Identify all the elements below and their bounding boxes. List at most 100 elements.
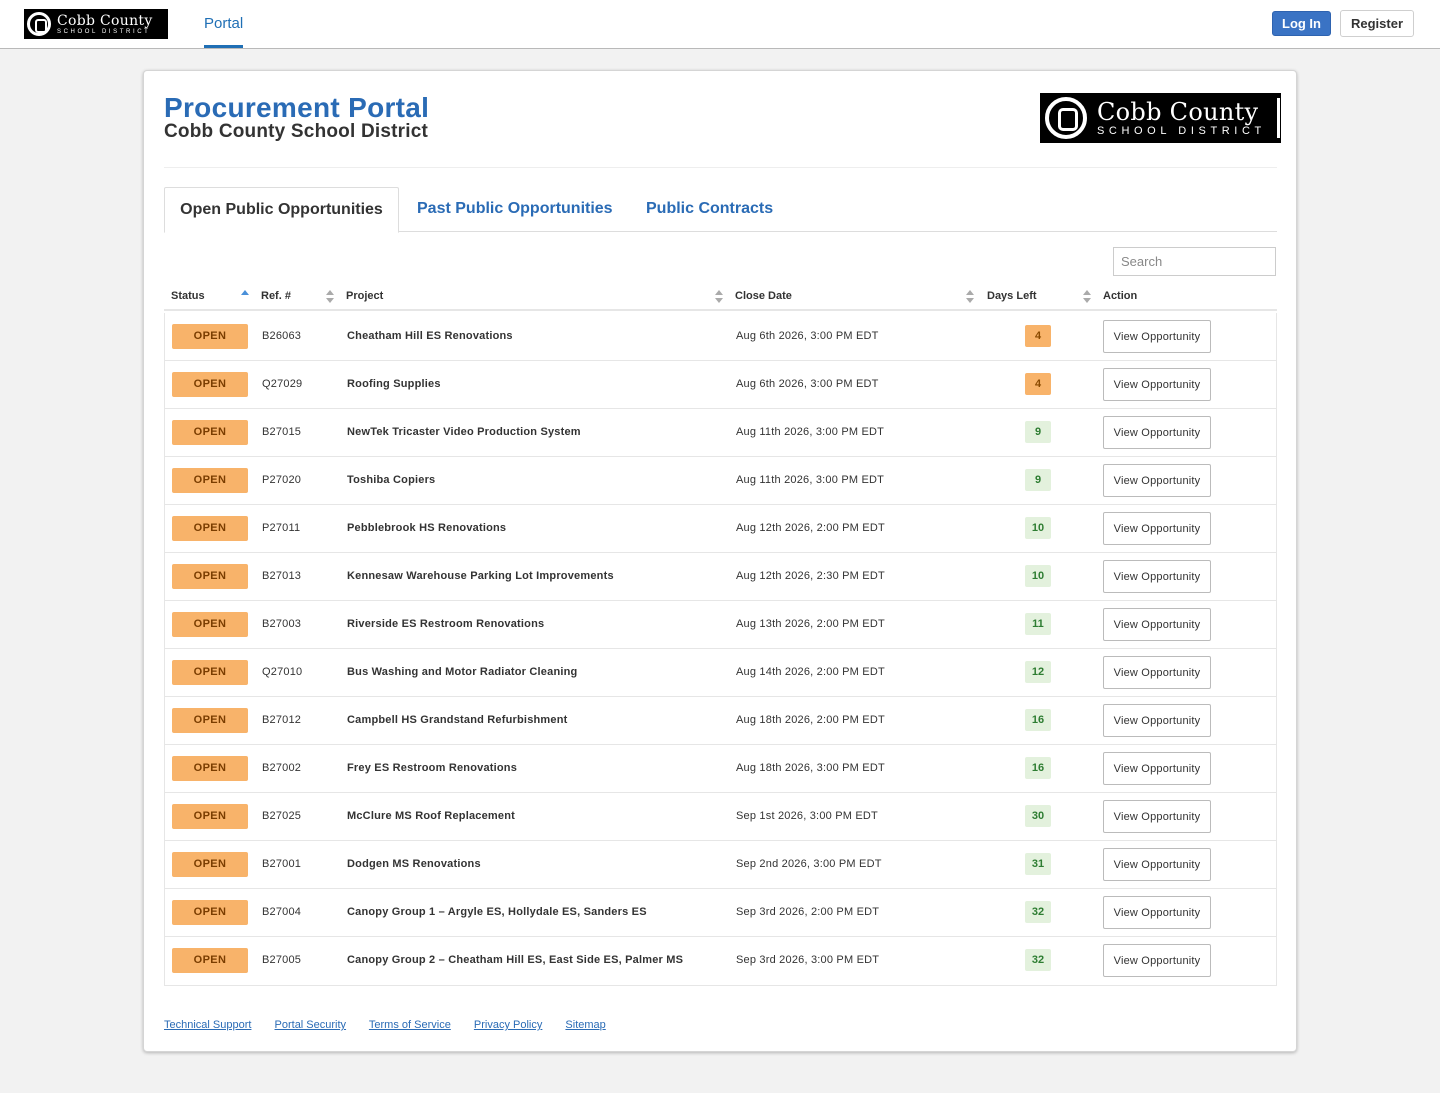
district-emblem-icon: [1045, 97, 1087, 139]
days-left-badge: 10: [1025, 517, 1051, 539]
search-input[interactable]: [1113, 247, 1276, 276]
sort-icon[interactable]: [1083, 290, 1091, 304]
view-opportunity-button[interactable]: View Opportunity: [1103, 896, 1211, 929]
column-header-action: Action: [1103, 290, 1138, 302]
footer-link-sitemap[interactable]: Sitemap: [565, 1019, 605, 1031]
table-row: OPEN B27013 Kennesaw Warehouse Parking Lot…: [165, 553, 1276, 601]
close-date: Aug 11th 2026, 3:00 PM EDT: [736, 474, 885, 486]
view-opportunity-button[interactable]: View Opportunity: [1103, 800, 1211, 833]
close-date: Aug 18th 2026, 2:00 PM EDT: [736, 714, 885, 726]
status-badge: OPEN: [172, 900, 248, 925]
ref-number: P27011: [262, 522, 301, 534]
sort-icon[interactable]: [715, 290, 723, 304]
sort-icon[interactable]: [966, 290, 974, 304]
table-row: OPEN B27003 Riverside ES Restroom Renovati…: [165, 601, 1276, 649]
footer-link-privacy-policy[interactable]: Privacy Policy: [474, 1019, 542, 1031]
days-left-badge: 16: [1025, 709, 1051, 731]
days-left-badge: 9: [1025, 421, 1051, 443]
ref-number: B27002: [262, 762, 302, 774]
view-opportunity-button[interactable]: View Opportunity: [1103, 944, 1211, 977]
footer-link-terms-of-service[interactable]: Terms of Service: [369, 1019, 451, 1031]
nav-portal-label: Portal: [204, 15, 244, 32]
project-name: Frey ES Restroom Renovations: [347, 762, 518, 774]
project-name: Roofing Supplies: [347, 378, 441, 390]
login-button[interactable]: Log In: [1272, 11, 1331, 36]
column-header-project[interactable]: Project: [346, 283, 383, 309]
view-opportunity-button[interactable]: View Opportunity: [1103, 560, 1211, 593]
table-row: OPEN B27001 Dodgen MS Renovations Sep 2nd 2…: [165, 841, 1276, 889]
status-badge: OPEN: [172, 468, 248, 493]
view-opportunity-button[interactable]: View Opportunity: [1103, 704, 1211, 737]
close-date: Aug 6th 2026, 3:00 PM EDT: [736, 330, 879, 342]
project-name: Campbell HS Grandstand Refurbishment: [347, 714, 568, 726]
column-header-status[interactable]: Status: [171, 283, 205, 309]
page-title: Procurement Portal: [164, 92, 430, 123]
column-header-days-left[interactable]: Days Left: [987, 283, 1037, 309]
project-name: Bus Washing and Motor Radiator Cleaning: [347, 666, 578, 678]
footer-link-portal-security[interactable]: Portal Security: [275, 1019, 347, 1031]
days-left-badge: 4: [1025, 373, 1051, 395]
cobb-county-logo[interactable]: Cobb County SCHOOL DISTRICT: [24, 9, 168, 39]
project-name: Pebblebrook HS Renovations: [347, 522, 507, 534]
ref-number: Q27029: [262, 378, 303, 390]
sort-ascending-icon[interactable]: [241, 290, 249, 304]
top-navbar: Cobb County SCHOOL DISTRICT Portal Log I…: [0, 0, 1440, 49]
column-header-close-date[interactable]: Close Date: [735, 283, 792, 309]
close-date: Sep 3rd 2026, 2:00 PM EDT: [736, 906, 880, 918]
view-opportunity-button[interactable]: View Opportunity: [1103, 368, 1211, 401]
status-badge: OPEN: [172, 612, 248, 637]
close-date: Sep 2nd 2026, 3:00 PM EDT: [736, 858, 882, 870]
close-date: Sep 1st 2026, 3:00 PM EDT: [736, 810, 878, 822]
sort-icon[interactable]: [326, 290, 334, 304]
table-row: OPEN B27002 Frey ES Restroom Renovations Au…: [165, 745, 1276, 793]
status-badge: OPEN: [172, 756, 248, 781]
view-opportunity-button[interactable]: View Opportunity: [1103, 752, 1211, 785]
view-opportunity-button[interactable]: View Opportunity: [1103, 656, 1211, 689]
view-opportunity-button[interactable]: View Opportunity: [1103, 512, 1211, 545]
days-left-badge: 9: [1025, 469, 1051, 491]
project-name: Canopy Group 2 – Cheatham Hill ES, East …: [347, 954, 684, 966]
tab-open-public-opportunities[interactable]: Open Public Opportunities: [164, 187, 399, 233]
project-name: NewTek Tricaster Video Production System: [347, 426, 581, 438]
view-opportunity-button[interactable]: View Opportunity: [1103, 416, 1211, 449]
view-opportunity-button[interactable]: View Opportunity: [1103, 464, 1211, 497]
view-opportunity-button[interactable]: View Opportunity: [1103, 848, 1211, 881]
table-row: OPEN B27004 Canopy Group 1 – Argyle ES, Ho…: [165, 889, 1276, 937]
logo-text-line1: Cobb County: [57, 12, 153, 29]
table-row: OPEN B26063 Cheatham Hill ES Renovations Au…: [165, 313, 1276, 361]
column-header-ref[interactable]: Ref. #: [261, 283, 291, 309]
tab-past-public-opportunities[interactable]: Past Public Opportunities: [417, 187, 613, 233]
project-name: Kennesaw Warehouse Parking Lot Improveme…: [347, 570, 614, 582]
project-name: Toshiba Copiers: [347, 474, 436, 486]
days-left-badge: 12: [1025, 661, 1051, 683]
ref-number: B27004: [262, 906, 302, 918]
days-left-badge: 11: [1025, 613, 1051, 635]
footer-link-technical-support[interactable]: Technical Support: [164, 1019, 251, 1031]
district-emblem-icon: [27, 12, 51, 36]
ref-number: B26063: [262, 330, 302, 342]
logo-banner-line2: SCHOOL DISTRICT: [1097, 124, 1266, 137]
table-row: OPEN P27011 Pebblebrook HS Renovations Aug …: [165, 505, 1276, 553]
project-name: Canopy Group 1 – Argyle ES, Hollydale ES…: [347, 906, 647, 918]
ref-number: B27003: [262, 618, 302, 630]
register-button[interactable]: Register: [1340, 10, 1414, 37]
active-nav-indicator: [204, 45, 244, 48]
view-opportunity-button[interactable]: View Opportunity: [1103, 608, 1211, 641]
status-badge: OPEN: [172, 852, 248, 877]
status-badge: OPEN: [172, 564, 248, 589]
status-badge: OPEN: [172, 948, 248, 973]
status-badge: OPEN: [172, 708, 248, 733]
nav-portal-link[interactable]: Portal: [204, 0, 244, 49]
project-name: Riverside ES Restroom Renovations: [347, 618, 545, 630]
status-badge: OPEN: [172, 516, 248, 541]
view-opportunity-button[interactable]: View Opportunity: [1103, 320, 1211, 353]
opportunity-tabs: Open Public Opportunities Past Public Op…: [164, 187, 1277, 233]
days-left-badge: 10: [1025, 565, 1051, 587]
status-badge: OPEN: [172, 372, 248, 397]
close-date: Aug 18th 2026, 3:00 PM EDT: [736, 762, 885, 774]
table-row: OPEN P27020 Toshiba Copiers Aug 11th 2026, …: [165, 457, 1276, 505]
table-row: OPEN Q27010 Bus Washing and Motor Radiator…: [165, 649, 1276, 697]
tab-public-contracts[interactable]: Public Contracts: [646, 187, 773, 233]
ref-number: Q27010: [262, 666, 303, 678]
ref-number: P27020: [262, 474, 302, 486]
